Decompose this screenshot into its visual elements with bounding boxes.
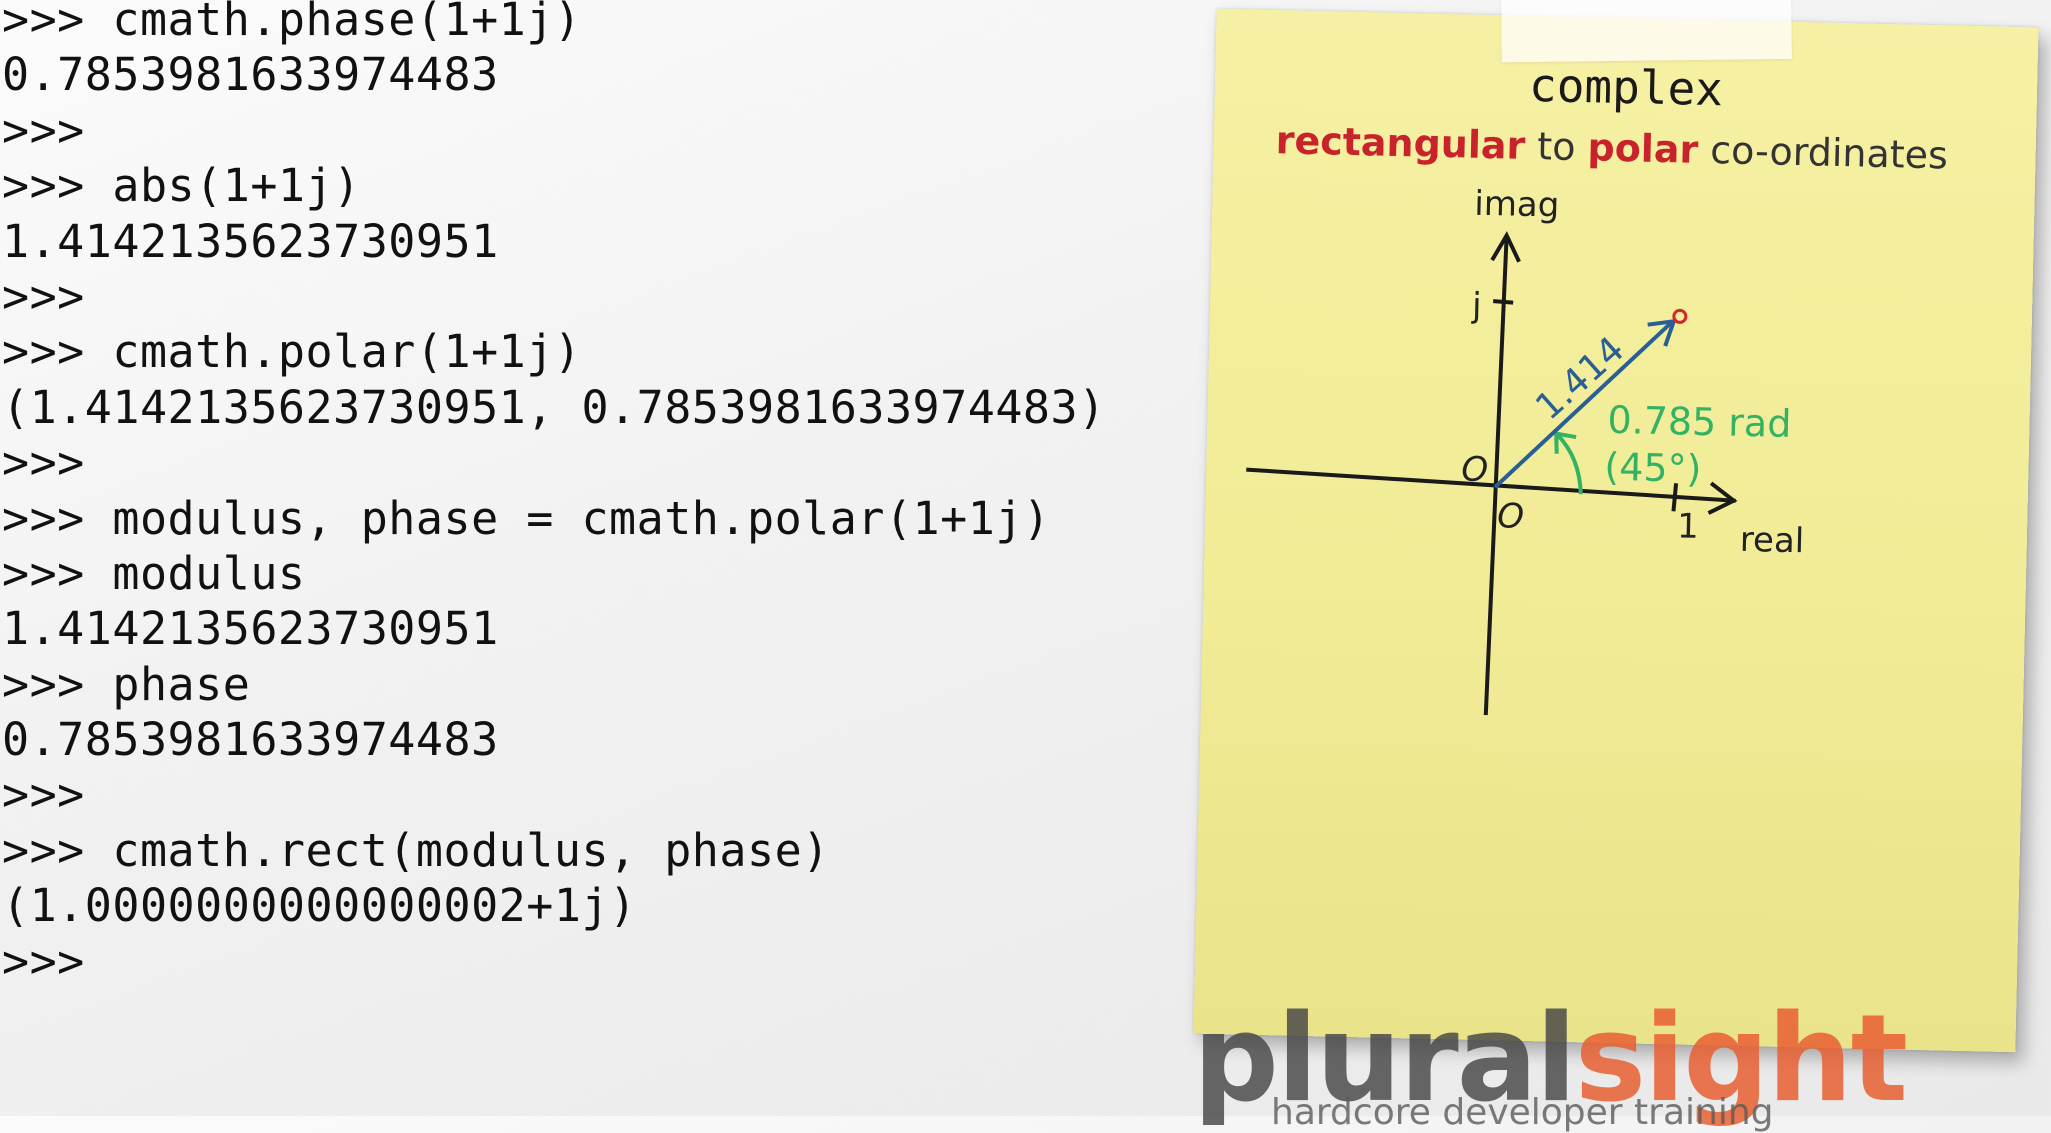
console-line: 0.7853981633974483 xyxy=(2,48,499,102)
origin-label: O xyxy=(1461,449,1489,490)
console-line: >>> xyxy=(2,436,85,490)
console-line: 1.4142135623730951 xyxy=(2,602,499,656)
console-line: >>> xyxy=(2,269,85,323)
console-line: 0.7853981633974483 xyxy=(2,713,499,767)
console-line: >>> xyxy=(2,768,85,822)
imag-axis xyxy=(1483,235,1509,716)
console-line: >>> phase xyxy=(2,657,251,711)
console-prompt[interactable]: >>> xyxy=(2,934,1182,989)
imag-axis-label: imag xyxy=(1474,184,1560,226)
console-line: >>> modulus xyxy=(2,546,306,600)
console-line: >>> modulus, phase = cmath.polar(1+1j) xyxy=(2,491,1051,545)
console-line: >>> cmath.rect(modulus, phase) xyxy=(2,823,830,877)
console-line: >>> cmath.polar(1+1j) xyxy=(2,325,582,379)
angle-rad-label: 0.785 rad xyxy=(1607,398,1792,446)
console-line: >>> abs(1+1j) xyxy=(2,159,361,213)
real-axis-label: real xyxy=(1739,520,1804,561)
j-tick xyxy=(1493,299,1514,305)
console-line: >>> xyxy=(2,103,85,157)
angle-deg-label: (45°) xyxy=(1604,445,1702,491)
pluralsight-logo: pluralsight hardcore developer training xyxy=(1193,1000,1908,1133)
logo-tagline: hardcore developer training xyxy=(1271,1092,1774,1133)
complex-plane-diagram: imag real j 1 O O 1.414 0.785 rad (45°) xyxy=(1246,184,1805,716)
one-label: 1 xyxy=(1677,506,1700,546)
console-line: (1.4142135623730951, 0.7853981633974483) xyxy=(2,380,1106,434)
console-line: >>> cmath.phase(1+1j) xyxy=(2,0,582,46)
angle-arc xyxy=(1555,433,1583,495)
origin-label-below: O xyxy=(1497,496,1525,537)
complex-point xyxy=(1672,308,1688,324)
j-label: j xyxy=(1471,286,1482,326)
python-console[interactable]: >>> cmath.phase(1+1j) 0.7853981633974483… xyxy=(2,0,1182,989)
console-line: (1.0000000000000002+1j) xyxy=(2,879,637,933)
console-line: 1.4142135623730951 xyxy=(2,214,499,268)
sticky-note: complex rectangular to polar co-ordinate… xyxy=(1193,0,2039,1053)
